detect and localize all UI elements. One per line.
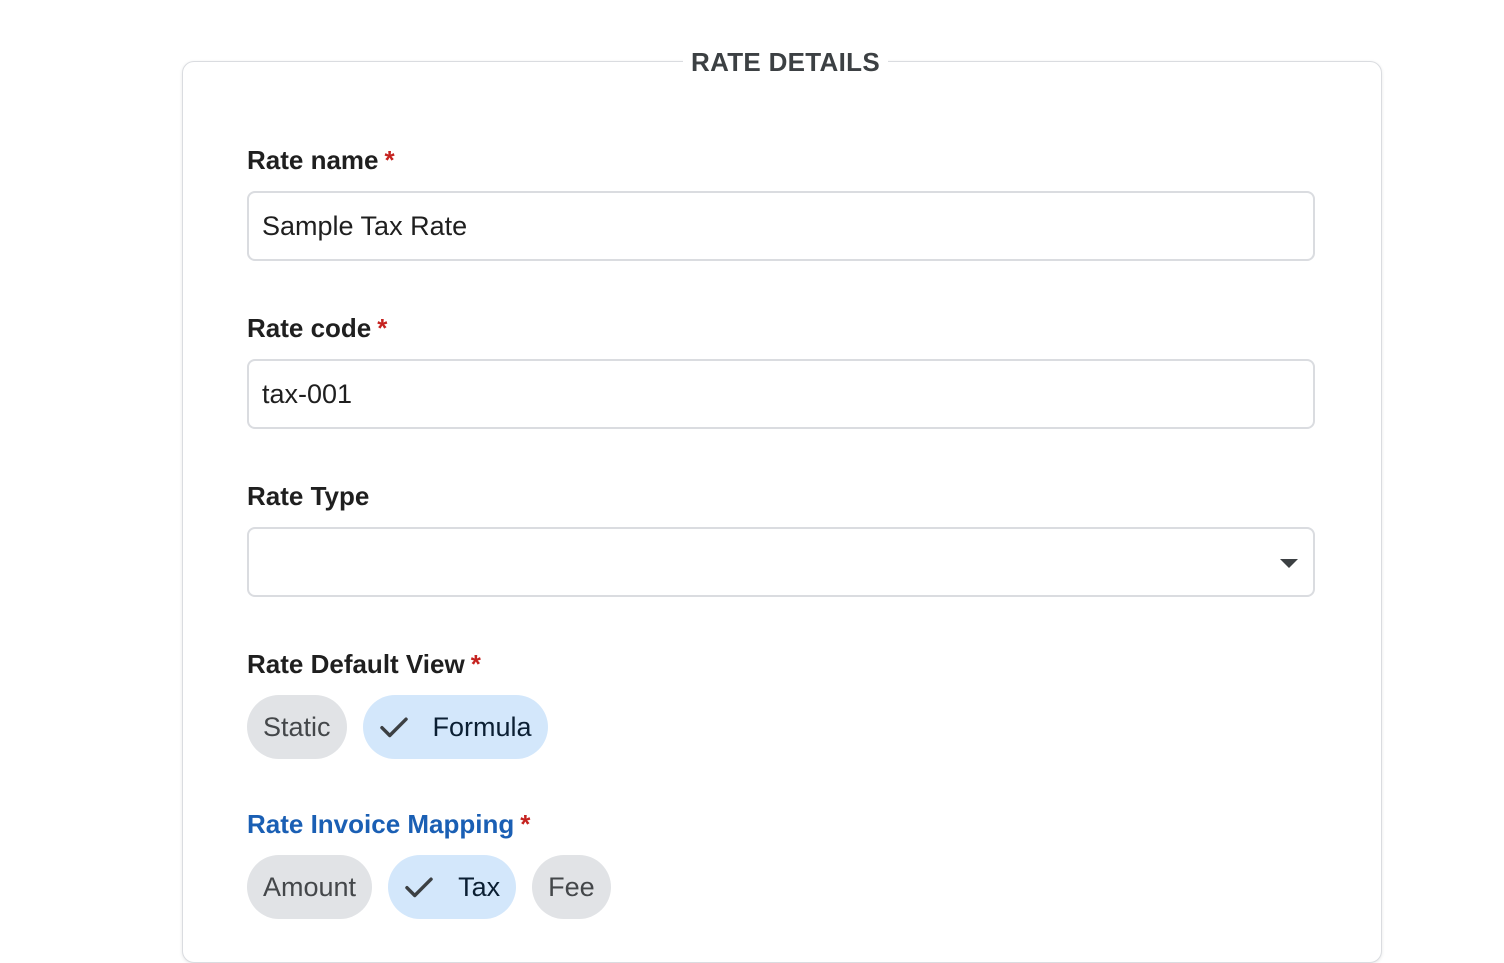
chip-label: Tax — [458, 871, 501, 902]
rate-type-label: Rate Type — [247, 479, 369, 513]
rate-name-value: Sample Tax Rate — [262, 210, 468, 241]
rate-type-select[interactable] — [247, 527, 1315, 597]
chip-fee[interactable]: Fee — [532, 855, 611, 919]
chevron-down-icon[interactable] — [1280, 559, 1298, 568]
rate-default-view-label-text: Rate Default View — [247, 649, 465, 679]
required-marker: * — [377, 313, 388, 343]
check-icon — [379, 717, 408, 738]
rate-name-label: Rate name * — [247, 143, 395, 177]
chip-formula[interactable]: Formula — [362, 695, 548, 759]
required-marker: * — [520, 809, 531, 839]
rate-invoice-mapping-label-text: Rate Invoice Mapping — [247, 809, 515, 839]
chip-amount[interactable]: Amount — [247, 855, 373, 919]
rate-code-label: Rate code * — [247, 311, 387, 345]
rate-default-view-chips: Static Formula — [247, 695, 548, 759]
chip-label: Amount — [263, 871, 357, 902]
rate-code-value: tax-001 — [262, 378, 353, 409]
rate-invoice-mapping-chips: Amount Tax Fee — [247, 855, 611, 919]
rate-code-input[interactable]: tax-001 — [247, 359, 1315, 429]
rate-name-input[interactable]: Sample Tax Rate — [247, 191, 1315, 261]
required-marker: * — [470, 649, 481, 679]
required-marker: * — [384, 145, 395, 175]
rate-type-label-text: Rate Type — [247, 481, 370, 511]
rate-name-label-text: Rate name — [247, 145, 379, 175]
rate-default-view-label: Rate Default View * — [247, 647, 481, 681]
chip-label: Fee — [548, 871, 595, 902]
rate-code-label-text: Rate code — [247, 313, 372, 343]
chip-label: Static — [263, 711, 331, 742]
chip-static[interactable]: Static — [247, 695, 347, 759]
section-title: RATE DETAILS — [683, 44, 888, 80]
rate-invoice-mapping-label: Rate Invoice Mapping * — [247, 807, 530, 841]
check-icon — [405, 877, 433, 898]
chip-label: Formula — [432, 711, 532, 742]
chip-tax[interactable]: Tax — [388, 855, 517, 919]
